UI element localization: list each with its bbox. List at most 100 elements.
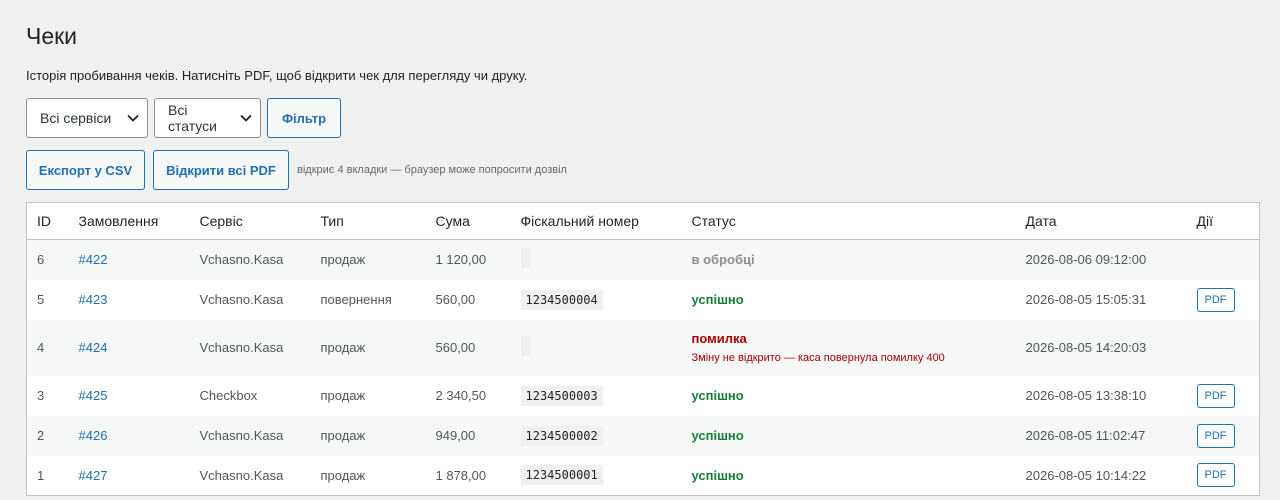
cell-date: 2026-08-05 13:38:10: [1016, 376, 1187, 416]
receipt-sum: 2 340,50: [435, 388, 487, 403]
cell-service: Vchasno.Kasa: [190, 456, 311, 496]
cell-sum: 560,00: [426, 280, 511, 320]
cell-fiscal: 1234500003: [511, 376, 682, 416]
cell-id: 1: [27, 456, 69, 496]
fiscal-number: 1234500002: [520, 425, 603, 446]
table-body: 6 #422 Vchasno.Kasa продаж 1 120,00 в обробці…: [26, 239, 1260, 496]
order-link[interactable]: #423: [79, 292, 108, 307]
chevron-down-icon: [240, 114, 252, 122]
open-all-pdf-button[interactable]: Відкрити всі PDF: [153, 150, 289, 190]
cell-actions: PDF: [1187, 280, 1260, 320]
cell-sum: 1 878,00: [426, 456, 511, 496]
receipt-type: продаж: [320, 340, 366, 355]
table-row: 5 #423 Vchasno.Kasa повернення 560,00 1234500…: [27, 280, 1260, 320]
error-message: Зміну не відкрито — каса повернула помил…: [691, 352, 945, 364]
cell-fiscal: [511, 240, 682, 280]
receipt-sum: 1 120,00: [435, 252, 487, 268]
cell-date: 2026-08-06 09:12:00: [1016, 240, 1187, 280]
cell-status: в обробці: [682, 240, 1016, 280]
cell-type: продаж: [311, 240, 426, 280]
receipt-date: 2026-08-06 09:12:00: [1025, 252, 1147, 268]
cell-id: 6: [27, 240, 69, 280]
cell-id: 2: [27, 416, 69, 456]
order-link[interactable]: #424: [79, 340, 108, 355]
export-csv-button[interactable]: Експорт у CSV: [26, 150, 145, 190]
receipt-sum: 1 878,00: [435, 467, 487, 483]
cell-type: продаж: [311, 376, 426, 416]
table-row: 6 #422 Vchasno.Kasa продаж 1 120,00 в обробці…: [26, 239, 1260, 280]
cell-sum: 1 120,00: [426, 240, 511, 280]
cell-type: продаж: [311, 456, 426, 496]
status-select[interactable]: Всі статуси: [154, 98, 261, 138]
cell-status: помилка Зміну не відкрито — каса повернул…: [682, 320, 1016, 376]
service-name: Vchasno.Kasa: [199, 340, 284, 355]
cell-actions: [1187, 240, 1260, 280]
cell-type: продаж: [311, 320, 426, 376]
fiscal-number: [520, 336, 531, 356]
cell-actions: [1187, 320, 1260, 376]
cell-date: 2026-08-05 11:02:47: [1016, 416, 1187, 456]
cell-fiscal: 1234500002: [511, 416, 682, 456]
service-select[interactable]: Всі сервіси: [26, 98, 148, 138]
page-title: Чеки: [26, 23, 78, 49]
service-name: Vchasno.Kasa: [199, 252, 284, 268]
column-header-fiscal: Фіскальний номер: [510, 202, 682, 240]
row-id: 5: [37, 292, 45, 307]
cell-type: повернення: [311, 280, 426, 320]
cell-service: Vchasno.Kasa: [190, 240, 311, 280]
pdf-button[interactable]: PDF: [1196, 423, 1235, 448]
actions-bar: Експорт у CSV Відкрити всі PDF відкриє 4…: [26, 150, 567, 190]
table-row: 4 #424 Vchasno.Kasa продаж 560,00 помилка Змін…: [26, 319, 1260, 376]
order-link[interactable]: #426: [79, 428, 108, 443]
status-select-value: Всі статуси: [168, 102, 217, 134]
cell-order: #422: [69, 240, 190, 280]
cell-status: успішно: [682, 456, 1016, 496]
column-header-order: Замовлення: [68, 202, 190, 240]
page-description: Історія пробивання чеків. Натисніть PDF,…: [26, 68, 528, 83]
row-id: 3: [37, 388, 45, 403]
cell-date: 2026-08-05 10:14:22: [1016, 456, 1187, 496]
pdf-button[interactable]: PDF: [1196, 383, 1235, 408]
cell-status: успішно: [682, 376, 1016, 416]
cell-type: продаж: [311, 416, 426, 456]
fiscal-number: 1234500004: [520, 289, 603, 310]
pdf-button[interactable]: PDF: [1196, 463, 1235, 488]
order-link[interactable]: #425: [79, 388, 108, 403]
cell-fiscal: [511, 320, 682, 376]
fiscal-number: 1234500001: [520, 465, 603, 486]
receipt-type: продаж: [320, 467, 366, 483]
chevron-down-icon: [127, 114, 139, 122]
receipt-date: 2026-08-05 10:14:22: [1025, 467, 1147, 483]
cell-actions: PDF: [1187, 376, 1260, 416]
service-select-value: Всі сервіси: [40, 110, 112, 126]
status-badge: успішно: [691, 428, 744, 443]
receipt-date: 2026-08-05 15:05:31: [1025, 292, 1147, 307]
filter-bar: Всі сервіси Всі статуси Фільтр: [26, 98, 341, 138]
cell-actions: PDF: [1187, 456, 1260, 496]
filter-button[interactable]: Фільтр: [267, 98, 341, 138]
fiscal-number: [520, 248, 531, 269]
cell-fiscal: 1234500001: [511, 456, 682, 496]
cell-date: 2026-08-05 14:20:03: [1016, 320, 1187, 376]
status-badge: успішно: [691, 292, 744, 307]
cell-order: #424: [69, 320, 190, 376]
cell-service: Vchasno.Kasa: [190, 416, 311, 456]
cell-actions: PDF: [1187, 416, 1260, 456]
receipt-sum: 949,00: [435, 428, 476, 443]
column-header-id: ID: [26, 202, 69, 240]
receipt-sum: 560,00: [435, 340, 476, 355]
pdf-button[interactable]: PDF: [1196, 287, 1235, 312]
status-badge: в обробці: [691, 252, 755, 268]
cell-date: 2026-08-05 15:05:31: [1016, 280, 1187, 320]
order-link[interactable]: #422: [79, 252, 108, 267]
service-name: Vchasno.Kasa: [199, 467, 284, 483]
cell-order: #425: [69, 376, 190, 416]
row-id: 2: [37, 428, 45, 443]
cell-order: #427: [69, 456, 190, 496]
cell-status: успішно: [682, 280, 1016, 320]
order-link[interactable]: #427: [79, 468, 108, 483]
column-header-status: Статус: [681, 202, 1016, 240]
cell-status: успішно: [682, 416, 1016, 456]
status-badge: успішно: [691, 467, 744, 483]
cell-order: #423: [69, 280, 190, 320]
